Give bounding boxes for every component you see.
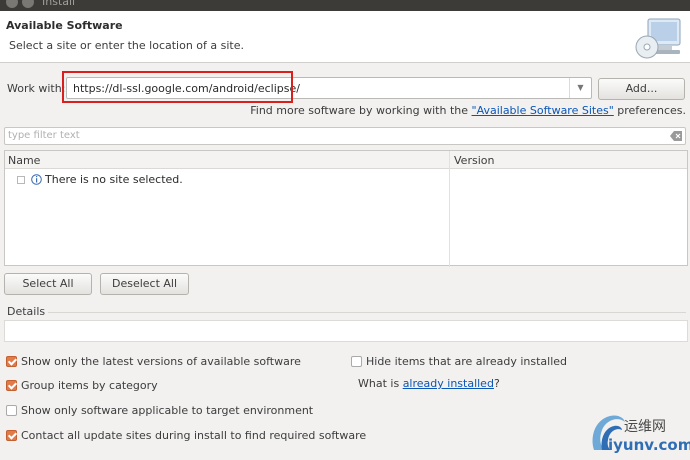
filter-placeholder: type filter text — [8, 130, 80, 141]
find-more-suffix: preferences. — [613, 104, 686, 117]
row-checkbox[interactable] — [17, 176, 25, 184]
table-header: Name Version — [5, 151, 687, 169]
minimize-window-button[interactable] — [22, 0, 34, 8]
column-divider — [449, 151, 450, 267]
details-label: Details — [7, 305, 46, 318]
available-sites-link[interactable]: "Available Software Sites" — [472, 104, 614, 117]
deselect-all-button[interactable]: Deselect All — [100, 273, 189, 295]
column-header-name[interactable]: Name — [8, 154, 40, 167]
software-table[interactable]: Name Version There is no site selected. — [4, 150, 688, 267]
find-more-text: Find more software by working with the "… — [250, 104, 686, 117]
contact-sites-label: Contact all update sites during install … — [21, 429, 367, 442]
watermark-chinese: 运维网 — [624, 419, 666, 435]
clear-filter-icon[interactable] — [670, 131, 682, 141]
add-site-button[interactable]: Add... — [598, 78, 685, 100]
target-environment-checkbox[interactable] — [6, 405, 17, 416]
page-description: Select a site or enter the location of a… — [9, 39, 245, 52]
work-with-label: Work with: — [7, 82, 66, 95]
details-divider — [48, 312, 686, 313]
info-icon — [31, 174, 42, 185]
window-title: Install — [42, 0, 76, 8]
find-more-prefix: Find more software by working with the — [250, 104, 472, 117]
select-all-button[interactable]: Select All — [4, 273, 92, 295]
what-is-installed-text: What is already installed? — [358, 377, 500, 390]
row-name: There is no site selected. — [45, 173, 183, 186]
details-area — [4, 320, 688, 342]
what-is-prefix: What is — [358, 377, 403, 390]
what-is-suffix: ? — [493, 377, 500, 390]
group-by-category-label: Group items by category — [21, 379, 158, 392]
latest-versions-checkbox[interactable] — [6, 356, 17, 367]
hide-installed-label: Hide items that are already installed — [366, 355, 568, 368]
page-title: Available Software — [6, 19, 123, 32]
wizard-banner: Available Software Select a site or ente… — [0, 11, 690, 63]
title-bar: Install — [0, 0, 690, 11]
work-with-combo[interactable]: https://dl-ssl.google.com/android/eclips… — [66, 77, 592, 99]
table-row[interactable]: There is no site selected. — [5, 171, 687, 189]
already-installed-link[interactable]: already installed — [403, 377, 494, 390]
target-environment-label: Show only software applicable to target … — [21, 404, 314, 417]
install-software-icon — [635, 18, 681, 59]
contact-sites-checkbox[interactable] — [6, 430, 17, 441]
close-window-button[interactable] — [6, 0, 18, 8]
chevron-down-icon[interactable]: ▼ — [569, 78, 591, 98]
group-by-category-checkbox[interactable] — [6, 380, 17, 391]
filter-input[interactable]: type filter text — [4, 127, 686, 145]
latest-versions-label: Show only the latest versions of availab… — [21, 355, 301, 368]
watermark-url: iyunv.com — [608, 436, 690, 454]
watermark: 运维网 iyunv.com — [588, 408, 690, 458]
column-header-version[interactable]: Version — [454, 154, 494, 167]
work-with-value[interactable]: https://dl-ssl.google.com/android/eclips… — [73, 82, 300, 95]
hide-installed-checkbox[interactable] — [351, 356, 362, 367]
